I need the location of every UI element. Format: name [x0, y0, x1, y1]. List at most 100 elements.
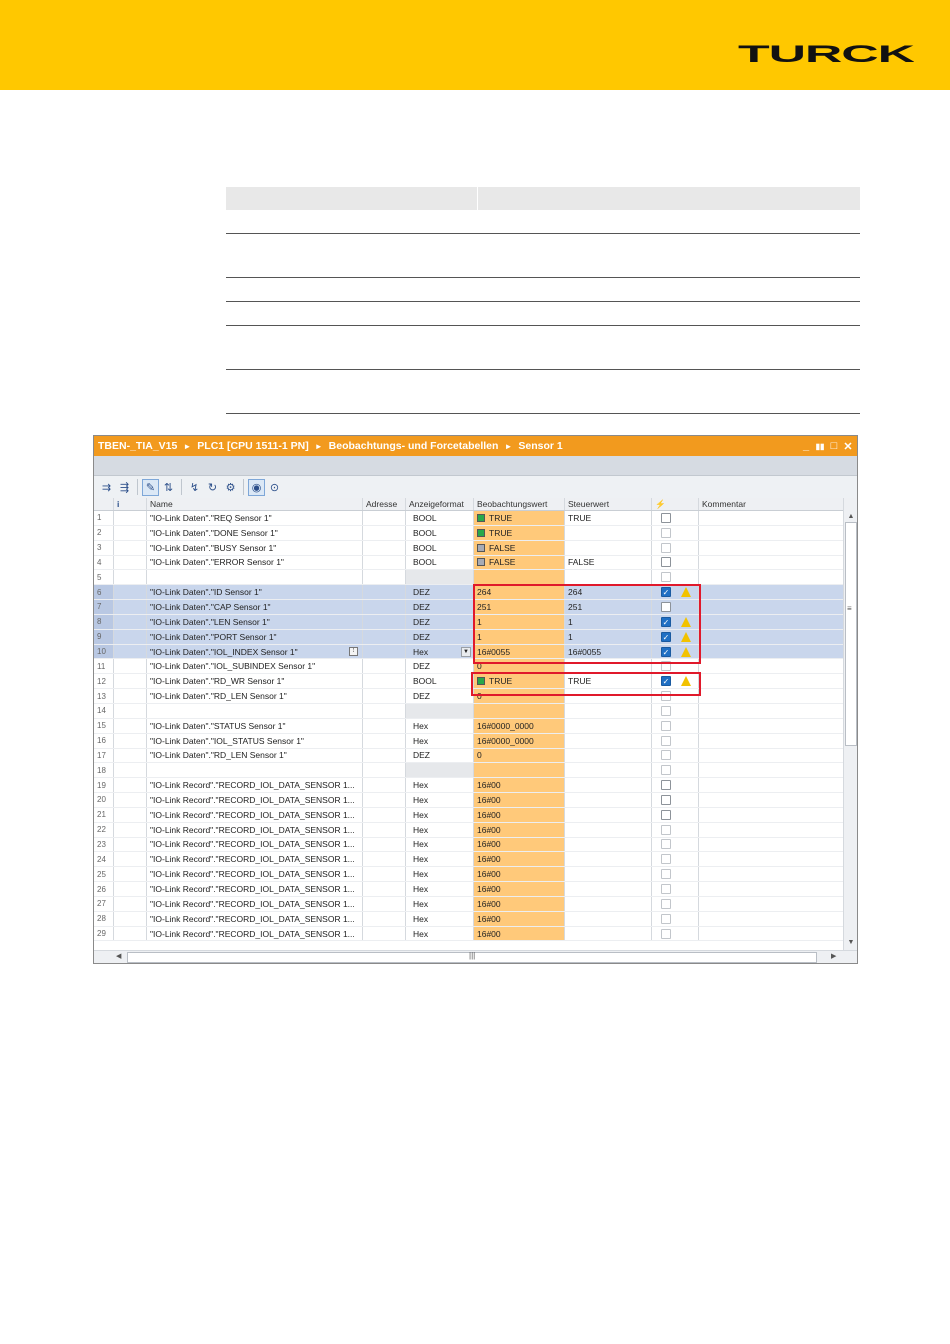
modify-value-cell[interactable] — [565, 926, 652, 941]
format-cell[interactable]: BOOL — [406, 555, 474, 570]
comment-cell[interactable] — [699, 823, 843, 837]
format-cell[interactable]: DEZ — [406, 585, 474, 600]
table-row[interactable]: 6 "IO-Link Daten"."ID Sensor 1" DEZ 264 264 ✓ — [94, 585, 843, 601]
address-cell[interactable] — [363, 689, 406, 703]
comment-cell[interactable] — [699, 615, 843, 629]
modify-flag-cell[interactable] — [652, 793, 699, 807]
modify-flag-cell[interactable] — [652, 837, 699, 852]
modify-value-cell[interactable] — [565, 748, 652, 763]
table-row[interactable]: 25 "IO-Link Record"."RECORD_IOL_DATA_SENS… — [94, 867, 843, 883]
header-modify-value[interactable]: Steuerwert — [565, 498, 652, 510]
table-row[interactable]: 21 "IO-Link Record"."RECORD_IOL_DATA_SENS… — [94, 807, 843, 823]
comment-cell[interactable] — [699, 852, 843, 866]
modify-flag-cell[interactable] — [652, 703, 699, 718]
table-row[interactable]: 11 "IO-Link Daten"."IOL_SUBINDEX Sensor 1… — [94, 659, 843, 675]
modify-value-cell[interactable] — [565, 852, 652, 867]
breadcrumb-project[interactable]: TBEN-_TIA_V15 — [98, 440, 177, 452]
modify-flag-cell[interactable] — [652, 867, 699, 882]
format-cell[interactable]: DEZ — [406, 600, 474, 614]
table-row[interactable]: 2 "IO-Link Daten"."DONE Sensor 1" BOOL TRUE — [94, 525, 843, 541]
comment-cell[interactable] — [699, 674, 843, 688]
table-row[interactable]: 12 "IO-Link Daten"."RD_WR Sensor 1" BOOL TR… — [94, 674, 843, 690]
name-cell[interactable]: "IO-Link Daten"."PORT Sensor 1" — [147, 629, 363, 644]
address-cell[interactable] — [363, 674, 406, 689]
name-cell[interactable]: "IO-Link Daten"."ERROR Sensor 1" — [147, 555, 363, 570]
address-cell[interactable] — [363, 511, 406, 525]
name-cell[interactable]: "IO-Link Record"."RECORD_IOL_DATA_SENSOR… — [147, 896, 363, 911]
format-cell[interactable]: BOOL — [406, 511, 474, 525]
modify-value-cell[interactable] — [565, 867, 652, 882]
modify-checkbox[interactable] — [661, 765, 671, 776]
modify-value-cell[interactable] — [565, 525, 652, 540]
table-row[interactable]: 1 "IO-Link Daten"."REQ Sensor 1" BOOL TRUE T… — [94, 511, 843, 526]
modify-value-cell[interactable] — [565, 896, 652, 911]
modify-flag-cell[interactable] — [652, 748, 699, 763]
format-cell[interactable]: Hex — [406, 793, 474, 807]
modify-checkbox[interactable] — [661, 512, 671, 523]
modify-value-cell[interactable] — [565, 822, 652, 837]
comment-cell[interactable] — [699, 659, 843, 673]
modify-checkbox[interactable] — [661, 928, 671, 939]
address-cell[interactable] — [363, 807, 406, 822]
name-cell[interactable]: "IO-Link Record"."RECORD_IOL_DATA_SENSOR… — [147, 807, 363, 822]
comment-cell[interactable] — [699, 630, 843, 644]
breadcrumb-plc[interactable]: PLC1 [CPU 1511-1 PN] — [197, 440, 308, 452]
name-cell[interactable]: "IO-Link Record"."RECORD_IOL_DATA_SENSOR… — [147, 837, 363, 852]
address-cell[interactable] — [363, 852, 406, 867]
name-cell[interactable]: "IO-Link Record"."RECORD_IOL_DATA_SENSOR… — [147, 882, 363, 896]
address-cell[interactable] — [363, 659, 406, 674]
modify-flag-cell[interactable] — [652, 511, 699, 525]
format-cell[interactable]: Hex — [406, 733, 474, 748]
comment-cell[interactable] — [699, 867, 843, 881]
table-row[interactable]: 7 "IO-Link Daten"."CAP Sensor 1" DEZ 251 251 — [94, 600, 843, 615]
format-cell[interactable]: DEZ — [406, 748, 474, 763]
address-cell[interactable] — [363, 793, 406, 807]
format-cell[interactable]: Hex — [406, 882, 474, 896]
name-cell[interactable]: "IO-Link Daten"."LEN Sensor 1" — [147, 614, 363, 629]
modify-checkbox[interactable] — [661, 780, 671, 791]
comment-cell[interactable] — [699, 541, 843, 555]
format-cell[interactable]: DEZ — [406, 689, 474, 703]
comment-cell[interactable] — [699, 778, 843, 792]
table-row[interactable]: 20 "IO-Link Record"."RECORD_IOL_DATA_SENS… — [94, 793, 843, 808]
table-row[interactable]: 26 "IO-Link Record"."RECORD_IOL_DATA_SENS… — [94, 882, 843, 897]
format-cell[interactable] — [406, 763, 474, 778]
modify-flag-cell[interactable] — [652, 733, 699, 748]
modify-flag-cell[interactable] — [652, 822, 699, 837]
header-name[interactable]: Name — [147, 498, 363, 510]
format-cell[interactable]: Hex — [406, 837, 474, 852]
modify-flag-cell[interactable] — [652, 882, 699, 896]
table-row[interactable]: 27 "IO-Link Record"."RECORD_IOL_DATA_SENS… — [94, 896, 843, 912]
comment-cell[interactable] — [699, 511, 843, 525]
format-cell[interactable]: Hex — [406, 778, 474, 793]
format-cell[interactable]: DEZ — [406, 629, 474, 644]
modify-checkbox[interactable] — [661, 735, 671, 746]
format-cell[interactable]: BOOL — [406, 525, 474, 540]
table-row[interactable]: 15 "IO-Link Daten"."STATUS Sensor 1" Hex 16… — [94, 718, 843, 734]
scroll-down-icon[interactable]: ▼ — [846, 939, 856, 949]
format-cell[interactable]: DEZ — [406, 614, 474, 629]
modify-now-icon[interactable]: ↯ — [186, 479, 203, 496]
comment-cell[interactable] — [699, 600, 843, 614]
name-cell[interactable]: "IO-Link Record"."RECORD_IOL_DATA_SENSOR… — [147, 867, 363, 882]
modify-checkbox[interactable] — [661, 542, 671, 553]
table-row[interactable]: 4 "IO-Link Daten"."ERROR Sensor 1" BOOL FAL… — [94, 555, 843, 571]
modify-flag-cell[interactable] — [652, 807, 699, 822]
comment-cell[interactable] — [699, 927, 843, 941]
insert-row-icon[interactable]: ⇉ — [98, 479, 115, 496]
modify-value-cell[interactable]: FALSE — [565, 555, 652, 570]
modify-value-cell[interactable] — [565, 718, 652, 733]
modify-trigger-icon[interactable]: ↻ — [204, 479, 221, 496]
comment-cell[interactable] — [699, 912, 843, 926]
comment-cell[interactable] — [699, 585, 843, 599]
table-row[interactable]: 24 "IO-Link Record"."RECORD_IOL_DATA_SENS… — [94, 852, 843, 868]
format-cell[interactable]: Hex — [406, 867, 474, 882]
modify-checkbox[interactable] — [661, 527, 671, 538]
table-row[interactable]: 19 "IO-Link Record"."RECORD_IOL_DATA_SENS… — [94, 778, 843, 794]
header-address[interactable]: Adresse — [363, 498, 406, 510]
modify-value-cell[interactable] — [565, 911, 652, 926]
table-row[interactable]: 16 "IO-Link Daten"."IOL_STATUS Sensor 1" H… — [94, 733, 843, 749]
modify-value-cell[interactable] — [565, 703, 652, 718]
format-cell[interactable]: Hex — [406, 896, 474, 911]
table-row[interactable]: 23 "IO-Link Record"."RECORD_IOL_DATA_SENS… — [94, 837, 843, 853]
